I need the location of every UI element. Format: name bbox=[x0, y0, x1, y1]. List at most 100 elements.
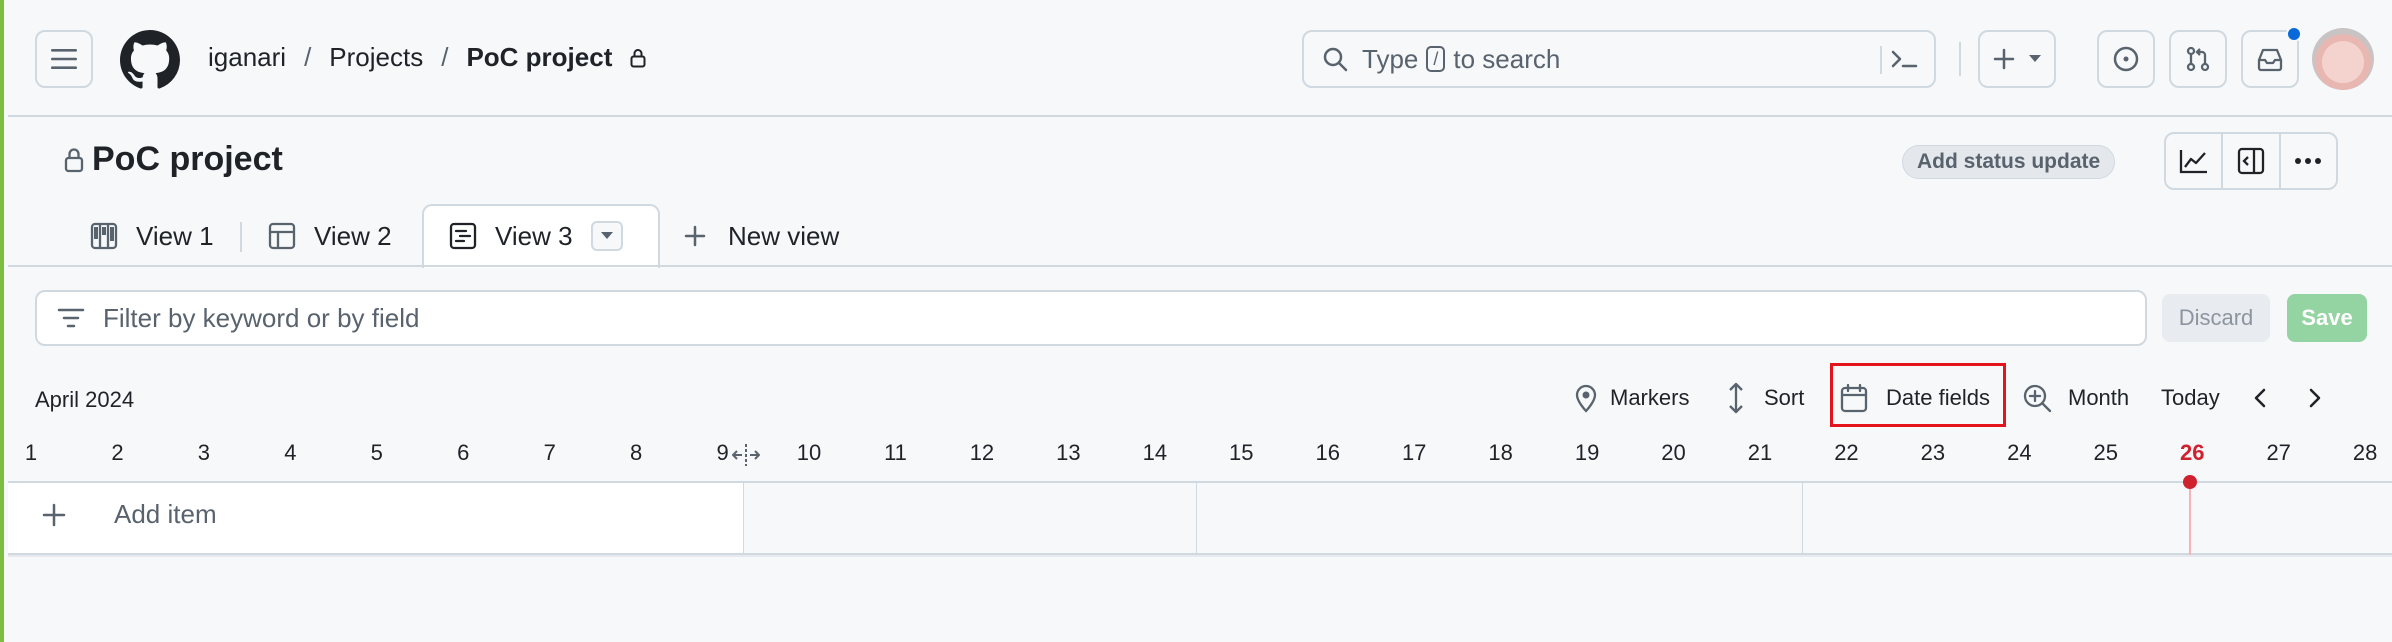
issue-opened-icon bbox=[2112, 45, 2140, 73]
filter-icon bbox=[57, 307, 85, 329]
breadcrumb-project[interactable]: PoC project bbox=[466, 42, 612, 73]
day-label: 17 bbox=[1401, 440, 1427, 465]
hamburger-icon bbox=[51, 48, 77, 70]
sort-label: Sort bbox=[1764, 385, 1805, 410]
filter-placeholder: Filter by keyword or by field bbox=[103, 302, 420, 333]
create-new-button[interactable] bbox=[1978, 30, 2056, 88]
day-label: 13 bbox=[1056, 440, 1081, 465]
sort-button[interactable]: Sort bbox=[1726, 376, 1804, 420]
more-options-button[interactable] bbox=[2281, 134, 2336, 188]
day-label: 20 bbox=[1661, 440, 1686, 465]
day-label: 10 bbox=[796, 440, 822, 465]
day-label: 6 bbox=[457, 440, 470, 465]
tabs-underline bbox=[8, 265, 2392, 267]
next-period-button[interactable] bbox=[2307, 376, 2323, 420]
side-panel-button[interactable] bbox=[2223, 134, 2281, 188]
lock-icon bbox=[64, 147, 84, 173]
day-label: 19 bbox=[1574, 440, 1600, 465]
git-pull-request-icon bbox=[2184, 45, 2212, 73]
plus-icon bbox=[42, 503, 66, 527]
kebab-horizontal-icon bbox=[2294, 157, 2322, 165]
roadmap-icon bbox=[449, 222, 477, 250]
day-label: 5 bbox=[370, 440, 383, 465]
new-view-button[interactable]: New view bbox=[684, 207, 839, 265]
add-status-update-button[interactable]: Add status update bbox=[1902, 145, 2116, 179]
column-resize-icon[interactable] bbox=[732, 444, 760, 466]
tab-label: View 3 bbox=[495, 220, 573, 251]
issues-button[interactable] bbox=[2097, 30, 2155, 88]
window-frame: iganari / Projects / PoC project Type / … bbox=[0, 0, 2392, 642]
day-label: 15 bbox=[1229, 440, 1254, 465]
day-label: 12 bbox=[969, 440, 995, 465]
day-label: 2 bbox=[111, 440, 124, 465]
breadcrumb-separator: / bbox=[304, 42, 312, 72]
search-divider bbox=[1880, 46, 1882, 74]
menu-button[interactable] bbox=[35, 30, 93, 88]
zoom-in-icon bbox=[2022, 383, 2052, 413]
date-fields-label: Date fields bbox=[1886, 385, 1990, 410]
day-label: 18 bbox=[1488, 440, 1513, 465]
pull-requests-button[interactable] bbox=[2169, 30, 2227, 88]
tab-separator bbox=[240, 222, 242, 252]
today-marker-dot bbox=[2183, 475, 2197, 489]
tab-label: View 2 bbox=[314, 220, 392, 251]
header-divider bbox=[1959, 42, 1961, 76]
breadcrumb-separator: / bbox=[441, 42, 449, 72]
day-label: 4 bbox=[284, 440, 297, 465]
markers-button[interactable]: Markers bbox=[1574, 376, 1689, 420]
breadcrumb-projects[interactable]: Projects bbox=[329, 42, 423, 73]
global-header: iganari / Projects / PoC project Type / … bbox=[8, 0, 2392, 117]
plus-icon bbox=[684, 225, 706, 247]
day-label: 11 bbox=[884, 440, 907, 465]
day-label: 25 bbox=[2093, 440, 2119, 465]
new-view-label: New view bbox=[728, 220, 840, 251]
insights-button[interactable] bbox=[2166, 134, 2224, 188]
current-month-label: April 2024 bbox=[35, 387, 135, 412]
location-pin-icon bbox=[1574, 383, 1598, 413]
date-fields-button[interactable]: Date fields bbox=[1840, 376, 1990, 420]
day-label: 24 bbox=[2007, 440, 2032, 465]
plus-icon bbox=[1993, 48, 2015, 70]
day-label: 21 bbox=[1747, 440, 1773, 465]
caret-down-icon bbox=[2029, 55, 2041, 63]
add-item-button[interactable]: Add item bbox=[42, 499, 217, 530]
github-logo-icon[interactable] bbox=[120, 30, 180, 90]
day-label: 22 bbox=[1834, 440, 1859, 465]
tab-view-1[interactable]: View 1 bbox=[90, 207, 214, 265]
page-title: PoC project bbox=[92, 140, 283, 178]
today-button[interactable]: Today bbox=[2161, 376, 2220, 420]
markers-label: Markers bbox=[1610, 385, 1690, 410]
day-label: 28 bbox=[2352, 440, 2378, 465]
avatar[interactable] bbox=[2312, 28, 2374, 90]
zoom-level-button[interactable]: Month bbox=[2022, 376, 2129, 420]
save-button[interactable]: Save bbox=[2287, 294, 2367, 342]
search-icon bbox=[1322, 46, 1348, 72]
breadcrumb: iganari / Projects / PoC project bbox=[208, 42, 646, 73]
notification-dot bbox=[2286, 26, 2302, 42]
previous-period-button[interactable] bbox=[2252, 376, 2268, 420]
command-palette-icon[interactable] bbox=[1890, 46, 1918, 72]
graph-icon bbox=[2179, 148, 2209, 174]
inbox-icon bbox=[2256, 46, 2284, 72]
zoom-level-label: Month bbox=[2068, 385, 2130, 410]
search-placeholder-suffix: to search bbox=[1453, 43, 1561, 74]
week-divider bbox=[1802, 483, 1803, 553]
tab-label: View 1 bbox=[136, 220, 214, 251]
discard-button[interactable]: Discard bbox=[2162, 294, 2270, 342]
sort-arrows-icon bbox=[1726, 382, 1746, 414]
search-shortcut-key: / bbox=[1426, 46, 1446, 72]
breadcrumb-owner[interactable]: iganari bbox=[208, 42, 286, 73]
sidebar-collapse-icon bbox=[2237, 147, 2265, 175]
project-header: PoC project bbox=[64, 140, 283, 179]
chevron-right-icon bbox=[2307, 387, 2323, 409]
project-actions-group bbox=[2164, 132, 2338, 190]
view-options-dropdown[interactable] bbox=[590, 221, 623, 251]
day-label: 3 bbox=[197, 440, 211, 465]
tab-view-2[interactable]: View 2 bbox=[268, 207, 392, 265]
day-label: 16 bbox=[1315, 440, 1340, 465]
search-input[interactable]: Type / to search bbox=[1302, 30, 1936, 88]
filter-input[interactable]: Filter by keyword or by field bbox=[35, 290, 2147, 346]
add-item-label: Add item bbox=[114, 499, 217, 529]
tab-view-3[interactable]: View 3 bbox=[449, 207, 623, 265]
search-placeholder-prefix: Type bbox=[1362, 43, 1419, 74]
